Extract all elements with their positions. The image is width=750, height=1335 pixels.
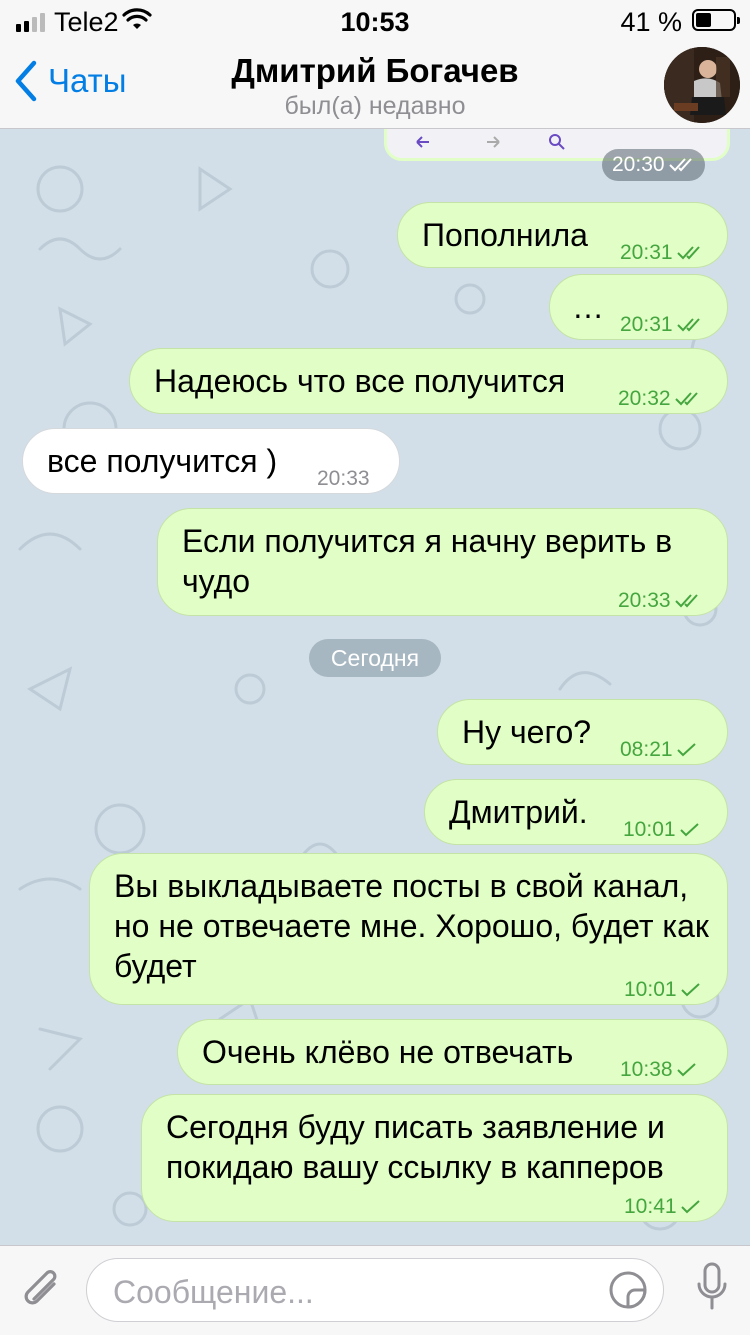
status-bar: Tele2 10:53 41 %: [0, 0, 750, 44]
message-bubble[interactable]: Пополнила 20:31: [397, 202, 728, 268]
double-check-icon: [676, 318, 700, 332]
message-bubble[interactable]: Ну чего? 08:21: [437, 699, 728, 765]
battery-percent: 41 %: [620, 7, 682, 37]
message-text: Ну чего?: [462, 714, 592, 750]
check-icon: [676, 743, 696, 757]
paperclip-icon[interactable]: [20, 1268, 66, 1314]
double-check-icon: [674, 594, 698, 608]
message-list[interactable]: 20:30 Пополнила 20:31 … 20:31 Надеюсь чт…: [0, 129, 750, 1245]
last-seen-status: был(а) недавно: [284, 92, 466, 120]
message-text: все получится ): [47, 443, 278, 479]
message-meta: 20:32: [618, 379, 701, 419]
message-meta: 08:21: [620, 730, 697, 770]
message-text: Вы выкладываете посты в свой канал, но н…: [114, 868, 709, 984]
message-time: 20:31: [620, 313, 673, 336]
message-text: Дмитрий.: [449, 794, 588, 830]
double-check-icon: [668, 158, 692, 172]
message-time: 10:01: [624, 978, 677, 1001]
message-time: 20:33: [618, 589, 671, 612]
message-text: Сегодня буду писать заявление и покидаю …: [166, 1109, 665, 1185]
message-text: Надеюсь что все получится: [154, 363, 566, 399]
message-bubble-incoming[interactable]: все получится ) 20:33: [22, 428, 400, 494]
check-icon: [680, 983, 700, 997]
message-meta: 20:31: [620, 233, 703, 273]
contact-name[interactable]: Дмитрий Богачев: [0, 52, 750, 90]
message-time: 20:32: [618, 387, 671, 410]
check-icon: [676, 1063, 696, 1077]
message-bubble[interactable]: … 20:31: [549, 274, 728, 340]
avatar[interactable]: [664, 47, 740, 123]
message-bubble[interactable]: Дмитрий. 10:01: [424, 779, 728, 845]
message-meta: 10:01: [624, 970, 701, 1010]
battery-icon: [692, 9, 740, 31]
message-meta: 20:33: [317, 459, 370, 499]
message-time: 08:21: [620, 738, 673, 761]
message-time: 10:01: [623, 818, 676, 841]
message-bubble[interactable]: Вы выкладываете посты в свой канал, но н…: [89, 853, 728, 1005]
message-field[interactable]: [86, 1258, 664, 1322]
message-meta: 20:33: [618, 581, 701, 621]
message-meta: 10:41: [624, 1187, 701, 1227]
date-divider: Сегодня: [309, 639, 441, 677]
message-meta: 20:31: [620, 305, 703, 345]
message-bubble[interactable]: Сегодня буду писать заявление и покидаю …: [141, 1094, 728, 1222]
message-time: 20:31: [620, 241, 673, 264]
double-check-icon: [674, 392, 698, 406]
message-bubble[interactable]: Очень клёво не отвечать 10:38: [177, 1019, 728, 1085]
message-text: Очень клёво не отвечать: [202, 1034, 574, 1070]
image-timestamp: 20:30: [602, 149, 705, 181]
double-check-icon: [676, 246, 700, 260]
message-input[interactable]: [111, 1269, 595, 1315]
message-time: 20:33: [317, 467, 370, 490]
message-meta: 10:01: [623, 810, 700, 850]
microphone-icon[interactable]: [696, 1262, 728, 1314]
message-text: …: [572, 289, 604, 325]
message-composer: [0, 1245, 750, 1335]
message-text: Пополнила: [422, 217, 588, 253]
chat-header: Чаты Дмитрий Богачев был(а) недавно: [0, 44, 750, 129]
sticker-icon[interactable]: [607, 1269, 649, 1311]
check-icon: [680, 1200, 700, 1214]
check-icon: [679, 823, 699, 837]
message-time: 20:30: [612, 153, 665, 176]
message-time: 10:41: [624, 1195, 677, 1218]
message-bubble[interactable]: Надеюсь что все получится 20:32: [129, 348, 728, 414]
message-meta: 10:38: [620, 1050, 697, 1090]
message-time: 10:38: [620, 1058, 673, 1081]
message-bubble[interactable]: Если получится я начну верить в чудо 20:…: [157, 508, 728, 616]
